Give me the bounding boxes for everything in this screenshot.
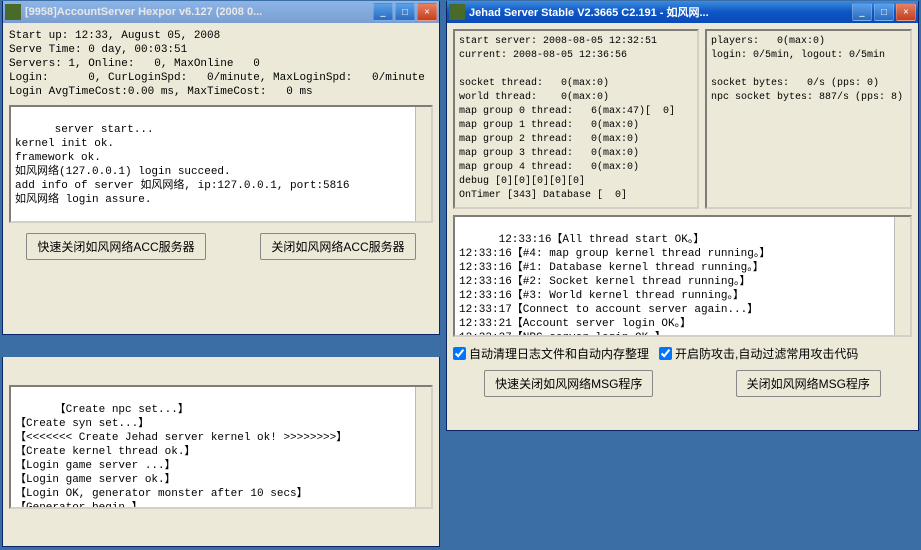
log-content: 【Create npc set...】 【Create syn set...】 … bbox=[15, 404, 347, 509]
account-server-window: [9958]AccountServer Hexpor v6.127 (2008 … bbox=[2, 1, 440, 335]
titlebar[interactable]: Jehad Server Stable V2.3665 C2.191 - 如风网… bbox=[447, 1, 918, 23]
log-content: 12:33:16【All thread start OK。】 12:33:16【… bbox=[459, 234, 770, 337]
player-stats-panel: players: 0(max:0) login: 0/5min, logout:… bbox=[705, 29, 912, 209]
npc-server-window: 【Create npc set...】 【Create syn set...】 … bbox=[2, 357, 440, 547]
app-icon bbox=[449, 4, 465, 20]
minimize-button[interactable]: _ bbox=[373, 3, 393, 21]
auto-clean-checkbox[interactable] bbox=[453, 347, 466, 360]
scrollbar[interactable] bbox=[415, 107, 431, 221]
jehad-server-window: Jehad Server Stable V2.3665 C2.191 - 如风网… bbox=[446, 1, 919, 431]
quick-close-acc-button[interactable]: 快速关闭如风网络ACC服务器 bbox=[26, 233, 205, 260]
log-textarea[interactable]: server start... kernel init ok. framewor… bbox=[9, 105, 433, 223]
anti-attack-checkbox-label[interactable]: 开启防攻击,自动过滤常用攻击代码 bbox=[659, 345, 858, 362]
close-button[interactable]: × bbox=[896, 3, 916, 21]
scrollbar[interactable] bbox=[415, 387, 431, 507]
server-stats-panel: start server: 2008-08-05 12:32:51 curren… bbox=[453, 29, 699, 209]
app-icon bbox=[5, 4, 21, 20]
status-text: Start up: 12:33, August 05, 2008 Serve T… bbox=[9, 29, 433, 99]
auto-clean-checkbox-label[interactable]: 自动清理日志文件和自动内存整理 bbox=[453, 345, 649, 362]
close-msg-button[interactable]: 关闭如风网络MSG程序 bbox=[736, 370, 881, 397]
window-title: Jehad Server Stable V2.3665 C2.191 - 如风网… bbox=[469, 4, 852, 20]
maximize-button[interactable]: □ bbox=[874, 3, 894, 21]
close-acc-button[interactable]: 关闭如风网络ACC服务器 bbox=[260, 233, 415, 260]
scrollbar[interactable] bbox=[894, 217, 910, 335]
titlebar[interactable]: [9958]AccountServer Hexpor v6.127 (2008 … bbox=[3, 1, 439, 23]
window-title: [9958]AccountServer Hexpor v6.127 (2008 … bbox=[25, 6, 373, 18]
minimize-button[interactable]: _ bbox=[852, 3, 872, 21]
quick-close-msg-button[interactable]: 快速关闭如风网络MSG程序 bbox=[484, 370, 653, 397]
close-button[interactable]: × bbox=[417, 3, 437, 21]
log-content: server start... kernel init ok. framewor… bbox=[15, 124, 349, 206]
log-textarea[interactable]: 【Create npc set...】 【Create syn set...】 … bbox=[9, 385, 433, 509]
log-textarea[interactable]: 12:33:16【All thread start OK。】 12:33:16【… bbox=[453, 215, 912, 337]
maximize-button[interactable]: □ bbox=[395, 3, 415, 21]
anti-attack-checkbox[interactable] bbox=[659, 347, 672, 360]
